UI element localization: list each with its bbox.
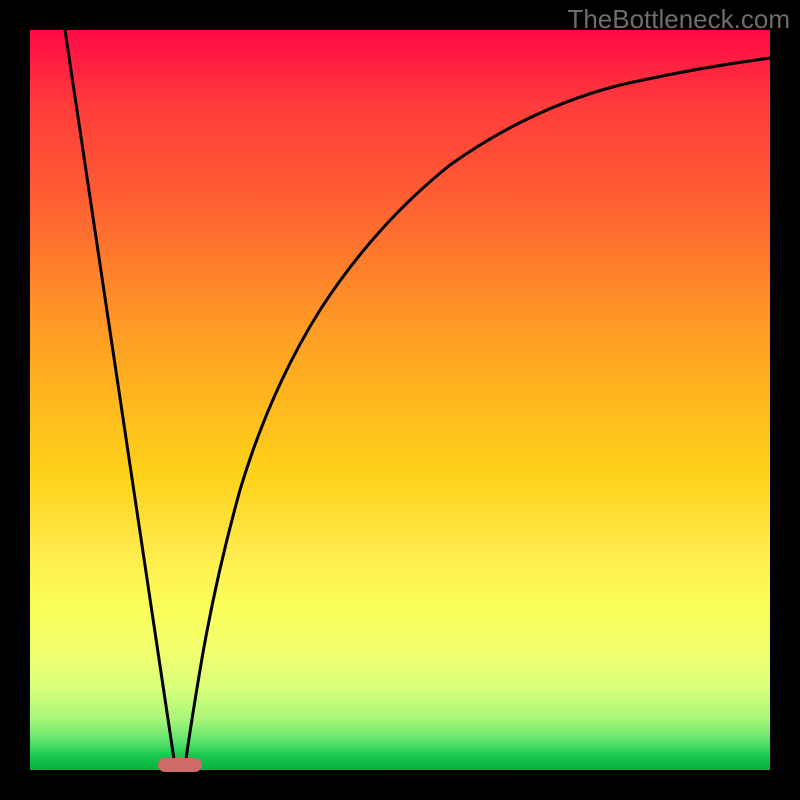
plot-area xyxy=(30,30,770,770)
chart-frame: TheBottleneck.com xyxy=(0,0,800,800)
right-curve xyxy=(185,58,770,766)
left-line xyxy=(65,30,175,766)
bottleneck-marker xyxy=(158,758,202,772)
curve-layer xyxy=(30,30,770,770)
watermark-text: TheBottleneck.com xyxy=(567,4,790,35)
